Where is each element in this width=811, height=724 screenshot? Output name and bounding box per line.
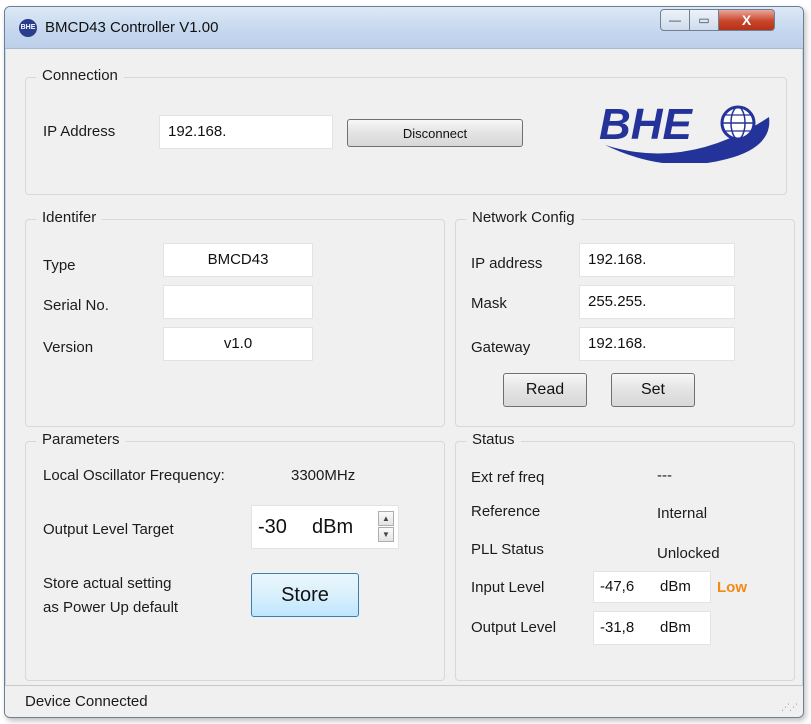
output-level-field: -31,8 dBm xyxy=(593,611,711,645)
spin-down-button[interactable]: ▼ xyxy=(378,527,394,542)
version-label: Version xyxy=(43,339,94,356)
output-level-value: -31,8 xyxy=(600,619,635,636)
network-ip-input[interactable]: 192.168. xyxy=(579,243,735,277)
bhe-logo: BHE xyxy=(599,100,770,163)
parameters-group-title: Parameters xyxy=(36,431,126,448)
mask-input[interactable]: 255.255. xyxy=(579,285,735,319)
serial-label: Serial No. xyxy=(43,297,109,314)
app-icon: BHE xyxy=(19,19,37,37)
store-button[interactable]: Store xyxy=(251,573,359,617)
gateway-label: Gateway xyxy=(471,339,531,356)
reference-value: Internal xyxy=(657,505,708,522)
ext-ref-value: --- xyxy=(657,467,672,484)
lo-frequency-label: Local Oscillator Frequency: xyxy=(43,467,225,484)
read-button[interactable]: Read xyxy=(503,373,587,407)
disconnect-button[interactable]: Disconnect xyxy=(347,119,523,147)
connection-group-title: Connection xyxy=(36,67,124,84)
window-title: BMCD43 Controller V1.00 xyxy=(45,19,219,36)
type-label: Type xyxy=(43,257,76,274)
output-target-unit: dBm xyxy=(312,516,354,538)
set-button[interactable]: Set xyxy=(611,373,695,407)
output-level-label: Output Level xyxy=(471,619,557,636)
input-level-low-badge: Low xyxy=(717,579,747,596)
pll-status-value: Unlocked xyxy=(657,545,720,562)
input-level-field: -47,6 dBm xyxy=(593,571,711,603)
output-target-label: Output Level Target xyxy=(43,521,174,538)
spin-up-button[interactable]: ▲ xyxy=(378,511,394,526)
network-ip-label: IP address xyxy=(471,255,543,272)
title-bar[interactable]: BHE BMCD43 Controller V1.00 — ▭ X xyxy=(5,7,803,49)
serial-field[interactable] xyxy=(163,285,313,319)
logo-text: BHE xyxy=(599,100,694,149)
resize-grip-icon[interactable]: ⋰⋰ xyxy=(781,702,798,713)
input-level-unit: dBm xyxy=(660,578,691,595)
status-group-title: Status xyxy=(466,431,521,448)
status-bar: Device Connected ⋰⋰ xyxy=(5,685,803,717)
output-target-spinbox[interactable]: -30 dBm ▲ ▼ xyxy=(251,505,399,549)
maximize-button[interactable]: ▭ xyxy=(690,9,719,31)
main-window: BHE BMCD43 Controller V1.00 — ▭ X Connec… xyxy=(4,6,804,718)
version-field[interactable]: v1.0 xyxy=(163,327,313,361)
status-bar-text: Device Connected xyxy=(25,693,148,710)
pll-status-label: PLL Status xyxy=(471,541,544,558)
output-level-unit: dBm xyxy=(660,619,691,636)
network-config-group-title: Network Config xyxy=(466,209,581,226)
output-target-value: -30 xyxy=(258,516,287,538)
connection-ip-input[interactable]: 192.168. xyxy=(159,115,333,149)
input-level-label: Input Level xyxy=(471,579,545,596)
connection-ip-label: IP Address xyxy=(43,123,116,140)
lo-frequency-value: 3300MHz xyxy=(291,467,356,484)
identifier-group-title: Identifer xyxy=(36,209,103,226)
type-field[interactable]: BMCD43 xyxy=(163,243,313,277)
close-button[interactable]: X xyxy=(719,9,775,31)
store-description-line2: as Power Up default xyxy=(43,599,179,616)
mask-label: Mask xyxy=(471,295,507,312)
gateway-input[interactable]: 192.168. xyxy=(579,327,735,361)
reference-label: Reference xyxy=(471,503,541,520)
store-description-line1: Store actual setting xyxy=(43,575,172,592)
ext-ref-label: Ext ref freq xyxy=(471,469,545,486)
input-level-value: -47,6 xyxy=(600,578,635,595)
minimize-button[interactable]: — xyxy=(660,9,690,31)
